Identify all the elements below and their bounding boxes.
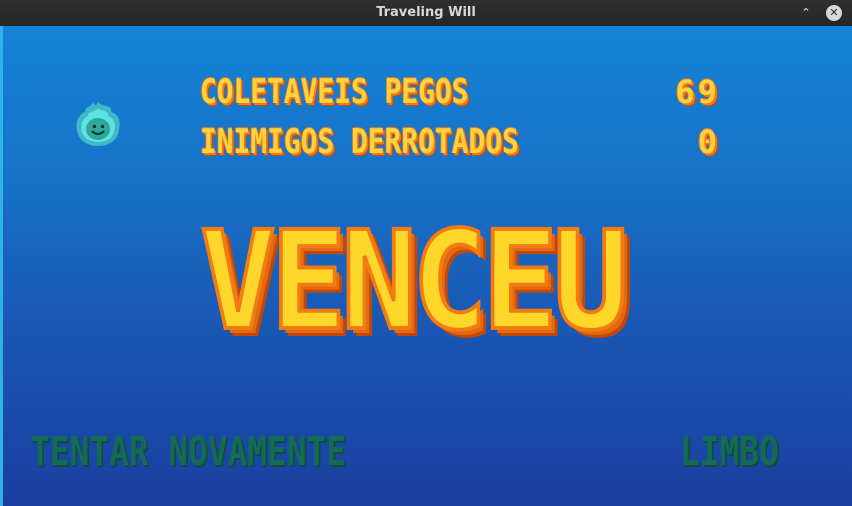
flame-character-icon (76, 102, 120, 146)
app-window: Traveling Will ⌃ ✕ COLETAVEIS PEGOS 69 I… (0, 0, 852, 506)
stat-label-enemies: INIMIGOS DERROTADOS (200, 122, 519, 162)
stat-value-enemies: 0 (697, 123, 720, 161)
window-title: Traveling Will (376, 5, 476, 20)
stat-value-collectibles: 69 (675, 73, 720, 111)
title-bar: Traveling Will ⌃ ✕ (0, 0, 852, 26)
limbo-button[interactable]: LIMBO (680, 430, 779, 474)
retry-button[interactable]: TENTAR NOVAMENTE (30, 430, 346, 474)
minimize-button[interactable]: ⌃ (798, 5, 814, 21)
close-button[interactable]: ✕ (826, 5, 842, 21)
stat-label-collectibles: COLETAVEIS PEGOS (200, 72, 469, 112)
game-screen: COLETAVEIS PEGOS 69 INIMIGOS DERROTADOS … (0, 26, 852, 506)
left-edge-stripe (0, 26, 3, 506)
result-title: VENCEU (198, 203, 631, 361)
